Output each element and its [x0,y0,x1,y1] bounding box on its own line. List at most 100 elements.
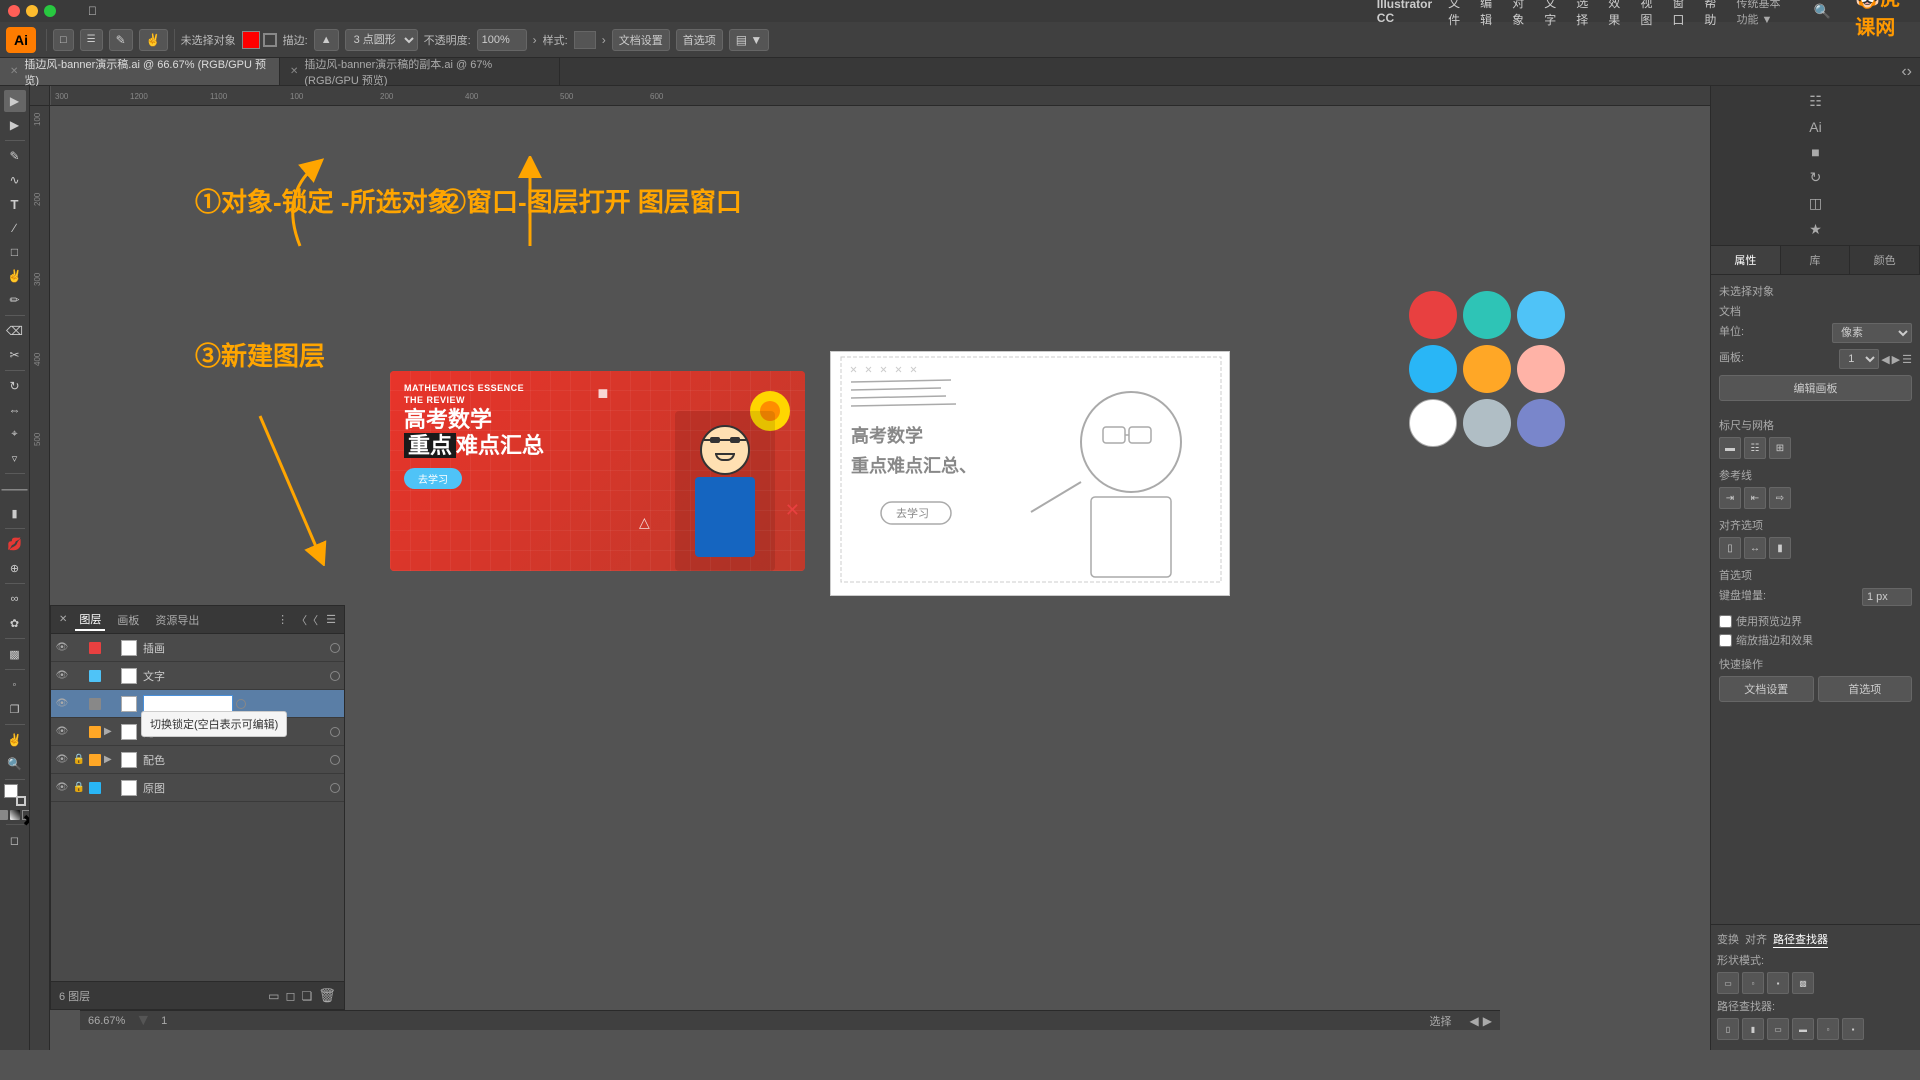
quick-preferences[interactable]: 首选项 [1818,676,1913,702]
paintbrush-tool[interactable]: ✌ [4,265,26,287]
align-tab[interactable]: 对齐 [1745,931,1767,948]
eraser-tool[interactable]: ⌫ [4,320,26,342]
menu-effect[interactable]: 效果 [1608,0,1624,28]
warp-tool[interactable]: ⸻ [4,478,26,500]
shape-unite[interactable]: ▭ [1717,972,1739,994]
fill-stroke-widget[interactable] [4,784,26,806]
maximize-button[interactable] [44,5,56,17]
duplicate-layer-btn[interactable]: ❏ [301,989,312,1003]
quick-doc-settings[interactable]: 文档设置 [1719,676,1814,702]
zoom-tool[interactable]: 🔍 [4,753,26,775]
ai-assistant-icon[interactable]: Ai [1806,116,1824,138]
ruler-toggle[interactable]: ▬ [1719,437,1741,459]
layer-name-input[interactable] [143,695,233,713]
tab-close-0[interactable]: ✕ [10,66,18,77]
toolbar-open[interactable]: ☰ [80,29,103,51]
artboard-prev[interactable]: ◀ [1881,353,1889,366]
blend-tool[interactable]: ∞ [4,588,26,610]
layer-eye-chua[interactable]: 👁 [55,642,69,653]
layers-close-icon[interactable]: ✕ [59,614,67,625]
tab-1[interactable]: ✕ 插边风-banner演示稿的副本.ai @ 67% (RGB/GPU 预览) [280,58,560,85]
preferences-btn[interactable]: 首选项 [676,29,723,51]
gradient-mode-icon[interactable] [10,810,20,820]
curvature-tool[interactable]: ∿ [4,169,26,191]
layers-panel-menu-icon[interactable]: ⋮ [277,613,288,626]
toolbar-new[interactable]: □ [53,29,74,51]
layer-eye-yuantu[interactable]: 👁 [55,782,69,793]
reflect-tool[interactable]: ⇔ [4,399,26,421]
transform-icon[interactable]: ◫ [1806,192,1825,215]
workspace-selector[interactable]: 传统基本功能 ▼ [1736,0,1789,27]
scissors-tool[interactable]: ✂ [4,344,26,366]
direct-select-tool[interactable]: ▶ [4,114,26,136]
tab-artboards[interactable]: 画板 [113,610,143,630]
shape-minus-front[interactable]: ▫ [1742,972,1764,994]
rect-tool[interactable]: □ [4,241,26,263]
layer-eye-wenzi[interactable]: 👁 [55,670,69,681]
eyedropper-tool[interactable]: 💋 [4,533,26,555]
make-sublayer-btn[interactable]: ▭ [268,989,279,1003]
doc-settings-btn[interactable]: 文档设置 [612,29,670,51]
layer-eye-peise2[interactable]: 👁 [55,754,69,765]
hand-tool[interactable]: ✌ [4,729,26,751]
tab-color[interactable]: 颜色 [1850,246,1920,274]
menu-file[interactable]: 文件 [1448,0,1464,28]
panel-arrange-icon[interactable]: ‹› [1901,63,1912,81]
line-tool[interactable]: ∕ [4,217,26,239]
stroke-color[interactable] [263,33,277,47]
layer-eye-editing[interactable]: 👁 [55,698,69,709]
layer-expand-peise2[interactable]: ▶ [104,754,118,765]
guide-btn-1[interactable]: ⇥ [1719,487,1741,509]
layers-panel-options-icon[interactable]: ☰ [326,613,336,626]
artboard-options[interactable]: ☰ [1902,353,1912,366]
pencil-tool[interactable]: ✏ [4,289,26,311]
app-name[interactable]: Illustrator CC [1377,0,1432,25]
layers-panel-expand-icon[interactable]: 〈〈 [296,612,318,628]
use-preview-bounds-checkbox[interactable] [1719,615,1732,628]
stroke-up[interactable]: ▲ [314,29,339,51]
tab-layers[interactable]: 图层 [75,609,105,631]
apple-menu[interactable]:  [80,0,1357,22]
guide-btn-3[interactable]: ⇨ [1769,487,1791,509]
search-icon[interactable]: 🔍 [1814,3,1831,20]
shape-intersect[interactable]: ▪ [1767,972,1789,994]
opacity-input[interactable] [477,29,527,51]
layer-item-wenzi[interactable]: 👁 文字 [51,662,344,690]
arrange-btn[interactable]: ▤ ▼ [729,29,770,51]
type-tool[interactable]: T [4,193,26,215]
close-button[interactable] [8,5,20,17]
fill-color[interactable] [242,31,260,49]
properties-icon[interactable]: ☷ [1806,90,1825,113]
none-mode-icon[interactable]: ✖ [22,810,31,820]
artboard-next[interactable]: ▶ [1892,353,1900,366]
pf-outline[interactable]: ▫ [1817,1018,1839,1040]
rotate-tool[interactable]: ↻ [4,375,26,397]
zoom-level[interactable]: 66.67% [88,1015,125,1027]
select-tool[interactable]: ▶ [4,90,26,112]
grid-toggle[interactable]: ☷ [1744,437,1766,459]
menu-edit[interactable]: 编辑 [1480,0,1496,28]
layer-eye-peise1[interactable]: 👁 [55,726,69,737]
transform-tab[interactable]: 变换 [1717,931,1739,948]
layer-item-editing[interactable]: 👁 [51,690,344,718]
layer-expand-peise1[interactable]: ▶ [104,726,118,737]
shape-select[interactable]: 3 点圆形 [345,29,418,51]
menu-help[interactable]: 帮助 [1704,0,1720,28]
create-layer-btn[interactable]: ◻ [285,989,295,1003]
pf-divide[interactable]: ▯ [1717,1018,1739,1040]
pf-minus-back[interactable]: ▪ [1842,1018,1864,1040]
shape-exclude[interactable]: ▩ [1792,972,1814,994]
menu-view[interactable]: 视图 [1640,0,1656,28]
layer-item-peise1[interactable]: 👁 ▶ 配色 [51,718,344,746]
artboard-select[interactable]: 1 [1839,349,1879,369]
delete-layer-btn[interactable]: 🗑 [318,987,336,1004]
align-left[interactable]: ▯ [1719,537,1741,559]
scale-tool[interactable]: ⌖ [4,423,26,445]
layer-item-peise2[interactable]: 👁 🔒 ▶ 配色 [51,746,344,774]
slice-tool[interactable]: ❐ [4,698,26,720]
menu-text[interactable]: 文字 [1544,0,1560,28]
toolbar-pen[interactable]: ✌ [139,29,168,51]
change-screen-mode[interactable]: ◻ [4,829,26,851]
tab-properties[interactable]: 属性 [1711,246,1781,274]
graph-tool[interactable]: ▮ [4,502,26,524]
